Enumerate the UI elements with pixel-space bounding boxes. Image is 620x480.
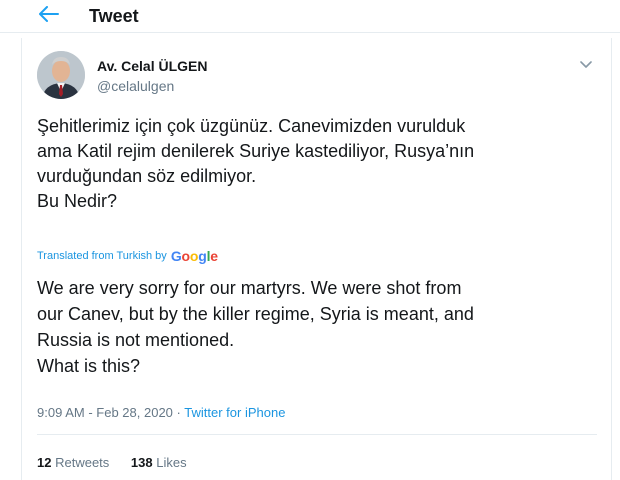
likes-count: 138	[130, 455, 153, 470]
author-handle[interactable]: @celalulgen	[97, 77, 174, 95]
back-button[interactable]	[36, 3, 62, 29]
more-options-button[interactable]	[576, 55, 596, 75]
tweet-source-link[interactable]: Twitter for iPhone	[184, 405, 285, 420]
tweet-meta: 9:09 AM - Feb 28, 2020 · Twitter for iPh…	[37, 405, 286, 420]
tweet-stats: 12 Retweets 138 Likes	[37, 455, 205, 471]
profile-photo	[37, 51, 85, 99]
divider	[37, 434, 597, 435]
translated-label: Translated from Turkish by	[37, 250, 167, 262]
likes-stat[interactable]: 138 Likes	[131, 455, 187, 470]
tweet-text: Şehitlerimiz için çok üzgünüz. Canevimiz…	[37, 116, 475, 211]
meta-separator: ·	[176, 405, 181, 420]
tweet-date[interactable]: Feb 28, 2020	[96, 405, 173, 420]
page-header: Tweet	[0, 0, 620, 33]
translated-tweet-text: We are very sorry for our martyrs. We we…	[37, 278, 474, 376]
chevron-down-icon	[580, 56, 592, 74]
arrow-left-icon	[39, 5, 59, 27]
retweets-count: 12	[37, 455, 52, 470]
likes-label: Likes	[156, 455, 187, 470]
retweets-label: Retweets	[55, 455, 110, 470]
tweet-time[interactable]: 9:09 AM	[37, 405, 85, 420]
google-logo: Google	[170, 248, 218, 264]
translation-attribution: Translated from Turkish by Google	[37, 248, 218, 264]
page-title: Tweet	[89, 6, 139, 26]
retweets-stat[interactable]: 12 Retweets	[37, 455, 113, 470]
avatar[interactable]	[37, 51, 85, 99]
author-name[interactable]: Av. Celal ÜLGEN	[97, 57, 207, 75]
tweet-page: Tweet Av. Celal ÜLGEN @celalulgen Şehitl…	[0, 0, 620, 480]
